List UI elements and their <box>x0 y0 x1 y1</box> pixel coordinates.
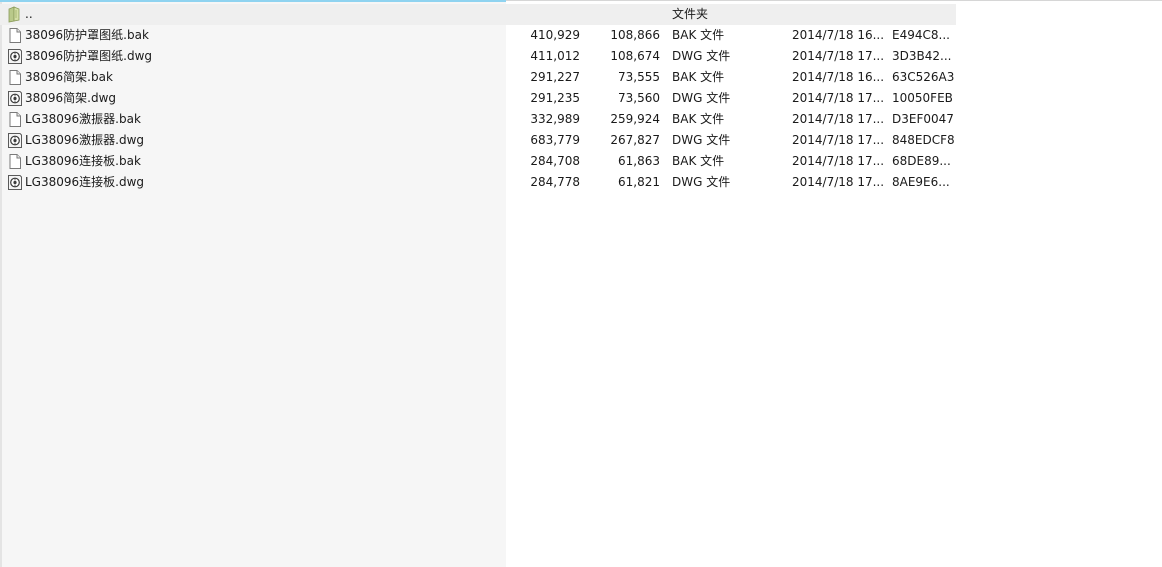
file-packed-size: 73,555 <box>618 70 660 84</box>
file-modified: 2014/7/18 17... <box>792 154 884 168</box>
file-packed-size: 108,674 <box>610 49 660 63</box>
document-icon <box>7 153 23 170</box>
parent-folder-type: 文件夹 <box>672 7 709 21</box>
file-name: 38096简架.bak <box>25 70 113 84</box>
archive-file-list-window: .. 文件夹 38096防护罩图纸.bak 410,929 108,866 BAK 文… <box>0 0 1162 567</box>
file-size: 291,235 <box>530 91 580 105</box>
file-modified: 2014/7/18 17... <box>792 175 884 189</box>
file-row[interactable]: 38096防护罩图纸.bak 410,929 108,866 BAK 文件 2014/7… <box>0 25 956 46</box>
dwg-file-icon <box>7 90 23 107</box>
file-packed-size: 267,827 <box>610 133 660 147</box>
file-packed-size: 61,821 <box>618 175 660 189</box>
file-modified: 2014/7/18 17... <box>792 112 884 126</box>
file-name: LG38096激振器.bak <box>25 112 141 126</box>
document-icon <box>7 27 23 44</box>
file-size: 291,227 <box>530 70 580 84</box>
file-packed-size: 108,866 <box>610 28 660 42</box>
parent-folder-name: .. <box>25 7 33 21</box>
dwg-file-icon <box>7 174 23 191</box>
file-crc: 3D3B42... <box>892 49 952 63</box>
file-list: .. 文件夹 38096防护罩图纸.bak 410,929 108,866 BAK 文… <box>0 4 956 193</box>
dwg-file-icon <box>7 132 23 149</box>
file-type: DWG 文件 <box>672 91 731 105</box>
dwg-file-icon <box>7 48 23 65</box>
file-type: BAK 文件 <box>672 154 725 168</box>
file-name: 38096防护罩图纸.dwg <box>25 49 153 63</box>
file-size: 332,989 <box>530 112 580 126</box>
header-divider <box>506 0 1162 1</box>
file-size: 410,929 <box>530 28 580 42</box>
file-row[interactable]: LG38096连接板.dwg 284,778 61,821 DWG 文件 2014/7/… <box>0 172 956 193</box>
file-modified: 2014/7/18 17... <box>792 133 884 147</box>
file-crc: 848EDCF8 <box>892 133 954 147</box>
parent-folder-row[interactable]: .. 文件夹 <box>0 4 956 25</box>
file-type: DWG 文件 <box>672 133 731 147</box>
folder-up-icon <box>7 6 23 23</box>
file-type: DWG 文件 <box>672 175 731 189</box>
file-name: LG38096连接板.dwg <box>25 175 145 189</box>
file-crc: 68DE89... <box>892 154 951 168</box>
file-row[interactable]: LG38096连接板.bak 284,708 61,863 BAK 文件 2014/7/… <box>0 151 956 172</box>
file-type: BAK 文件 <box>672 70 725 84</box>
file-name: LG38096连接板.bak <box>25 154 141 168</box>
file-row[interactable]: 38096简架.dwg 291,235 73,560 DWG 文件 2014/7/18 … <box>0 88 956 109</box>
file-name: 38096简架.dwg <box>25 91 117 105</box>
file-packed-size: 259,924 <box>610 112 660 126</box>
file-size: 284,708 <box>530 154 580 168</box>
file-size: 683,779 <box>530 133 580 147</box>
file-row[interactable]: 38096简架.bak 291,227 73,555 BAK 文件 2014/7/18 … <box>0 67 956 88</box>
file-packed-size: 73,560 <box>618 91 660 105</box>
document-icon <box>7 111 23 128</box>
file-modified: 2014/7/18 17... <box>792 49 884 63</box>
file-type: BAK 文件 <box>672 112 725 126</box>
file-modified: 2014/7/18 17... <box>792 91 884 105</box>
file-crc: 10050FEB <box>892 91 953 105</box>
file-size: 284,778 <box>530 175 580 189</box>
file-name: LG38096激振器.dwg <box>25 133 145 147</box>
document-icon <box>7 69 23 86</box>
file-modified: 2014/7/18 16... <box>792 28 884 42</box>
file-row[interactable]: 38096防护罩图纸.dwg 411,012 108,674 DWG 文件 2014/7… <box>0 46 956 67</box>
file-type: DWG 文件 <box>672 49 731 63</box>
file-modified: 2014/7/18 16... <box>792 70 884 84</box>
file-size: 411,012 <box>530 49 580 63</box>
file-crc: D3EF0047 <box>892 112 954 126</box>
file-row[interactable]: LG38096激振器.bak 332,989 259,924 BAK 文件 2014/7… <box>0 109 956 130</box>
file-crc: E494C8... <box>892 28 950 42</box>
file-name: 38096防护罩图纸.bak <box>25 28 149 42</box>
file-crc: 63C526A3 <box>892 70 954 84</box>
file-packed-size: 61,863 <box>618 154 660 168</box>
file-crc: 8AE9E6... <box>892 175 950 189</box>
file-row[interactable]: LG38096激振器.dwg 683,779 267,827 DWG 文件 2014/7… <box>0 130 956 151</box>
file-type: BAK 文件 <box>672 28 725 42</box>
